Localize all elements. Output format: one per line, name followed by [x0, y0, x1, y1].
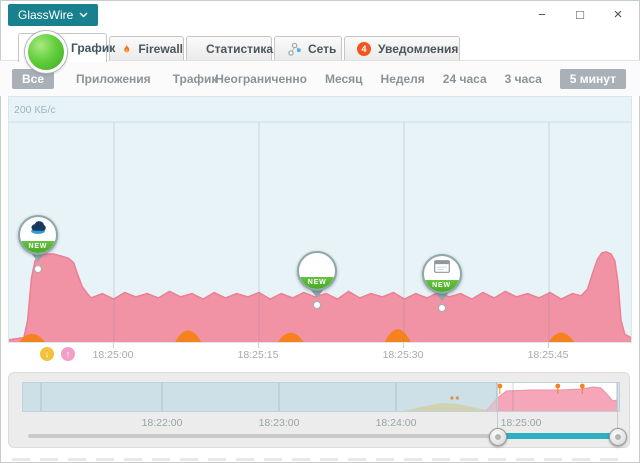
- upload-legend-icon[interactable]: ↑: [61, 347, 75, 361]
- range-week[interactable]: Неделя: [381, 72, 425, 86]
- slider-handle-left[interactable]: [489, 428, 507, 446]
- glasswire-window: GlassWire − □ × График Firewall Статисти…: [0, 0, 640, 463]
- tab-firewall[interactable]: Firewall: [109, 36, 184, 60]
- graph-orb-icon: [25, 31, 67, 73]
- minimize-button[interactable]: −: [529, 3, 555, 27]
- range-month[interactable]: Месяц: [325, 72, 363, 86]
- app-marker-cloud[interactable]: NEW: [16, 215, 60, 273]
- new-badge: NEW: [299, 277, 335, 289]
- cloud-app-icon: [29, 221, 47, 234]
- x-tick-label: 18:25:45: [528, 349, 569, 361]
- x-tick-label: 18:25:30: [383, 349, 424, 361]
- glasswire-menu-button[interactable]: GlassWire: [8, 4, 98, 26]
- tab-firewall-label: Firewall: [138, 42, 183, 56]
- range-5min[interactable]: 5 минут: [560, 69, 626, 89]
- timeline-tick-label: 18:22:00: [142, 417, 183, 429]
- graph-toolbar: Все Приложения Трафик Неограниченно Меся…: [0, 61, 640, 96]
- new-badge: NEW: [424, 280, 460, 292]
- marker-balloon: NEW: [18, 215, 58, 255]
- x-tick-label: 18:25:15: [238, 349, 279, 361]
- bottom-edge-dashes: [12, 458, 628, 461]
- timeline-overview-chart[interactable]: [22, 382, 620, 412]
- time-range-group: Неограниченно Месяц Неделя 24 часа 3 час…: [215, 69, 626, 89]
- app-marker-desktop-app[interactable]: NEW: [420, 254, 464, 312]
- network-nodes-icon: [287, 42, 301, 56]
- tab-graph-label: График: [71, 41, 115, 55]
- download-legend-icon[interactable]: ↓: [40, 347, 54, 361]
- y-axis-max-label: 200 КБ/с: [14, 104, 56, 116]
- range-unlimited[interactable]: Неограниченно: [215, 72, 307, 86]
- tab-network[interactable]: Сеть: [274, 36, 342, 60]
- filter-traffic[interactable]: Трафик: [173, 72, 218, 86]
- slider-handle-right[interactable]: [609, 428, 627, 446]
- tick-mark: [258, 343, 259, 348]
- marker-balloon: NEW: [297, 251, 337, 291]
- close-button[interactable]: ×: [605, 3, 631, 27]
- filter-apps[interactable]: Приложения: [76, 72, 151, 86]
- range-24h[interactable]: 24 часа: [443, 72, 487, 86]
- notification-count-badge: 4: [357, 42, 371, 56]
- app-window-icon: [434, 260, 450, 273]
- timeline-tick-label: 18:24:00: [376, 417, 417, 429]
- timeline-slider-selected-range[interactable]: [497, 433, 617, 439]
- tick-mark: [403, 343, 404, 348]
- range-3h[interactable]: 3 часа: [505, 72, 542, 86]
- glasswire-menu-label: GlassWire: [18, 8, 73, 22]
- selection-guide-left: [497, 382, 498, 433]
- chevron-down-icon: [79, 12, 88, 18]
- app-marker-chrome[interactable]: NEW: [295, 251, 339, 309]
- timeline-tick-label: 18:25:00: [501, 417, 542, 429]
- tick-mark: [113, 343, 114, 348]
- new-badge: NEW: [20, 241, 56, 253]
- marker-dot: [34, 265, 42, 273]
- marker-dot: [313, 301, 321, 309]
- tab-network-label: Сеть: [308, 42, 336, 56]
- maximize-button[interactable]: □: [567, 3, 593, 27]
- selection-guide-right: [617, 382, 618, 433]
- tab-statistics[interactable]: Статистика: [186, 36, 272, 60]
- flame-icon: [122, 42, 131, 56]
- timeline-tick-label: 18:23:00: [259, 417, 300, 429]
- x-tick-label: 18:25:00: [93, 349, 134, 361]
- x-axis: 18:25:00 18:25:15 18:25:30 18:25:45 ↓ ↑: [8, 343, 632, 369]
- tick-mark: [548, 343, 549, 348]
- marker-dot: [438, 304, 446, 312]
- tab-notifications[interactable]: 4 Уведомления: [344, 36, 460, 60]
- marker-balloon: NEW: [422, 254, 462, 294]
- tab-notifications-label: Уведомления: [378, 42, 458, 56]
- tab-statistics-label: Статистика: [206, 42, 273, 56]
